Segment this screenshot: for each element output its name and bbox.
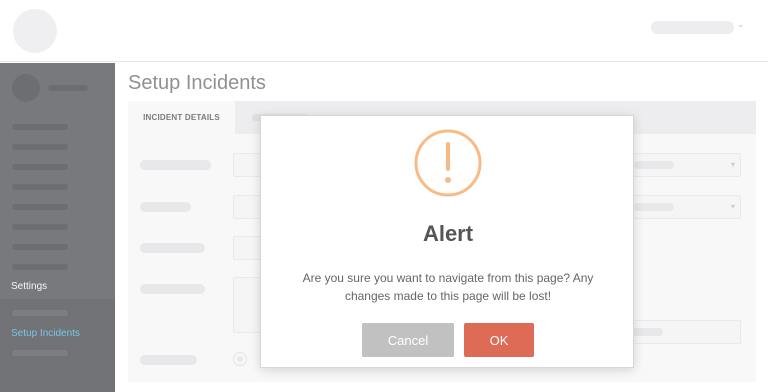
ok-button[interactable]: OK — [464, 323, 534, 357]
dialog-message: Are you sure you want to navigate from t… — [302, 271, 594, 303]
dialog-title: Alert — [422, 221, 474, 246]
exclamation-icon — [414, 129, 482, 197]
cancel-button[interactable]: Cancel — [362, 323, 454, 357]
alert-dialog: Alert Are you sure you want to navigate … — [260, 115, 634, 368]
